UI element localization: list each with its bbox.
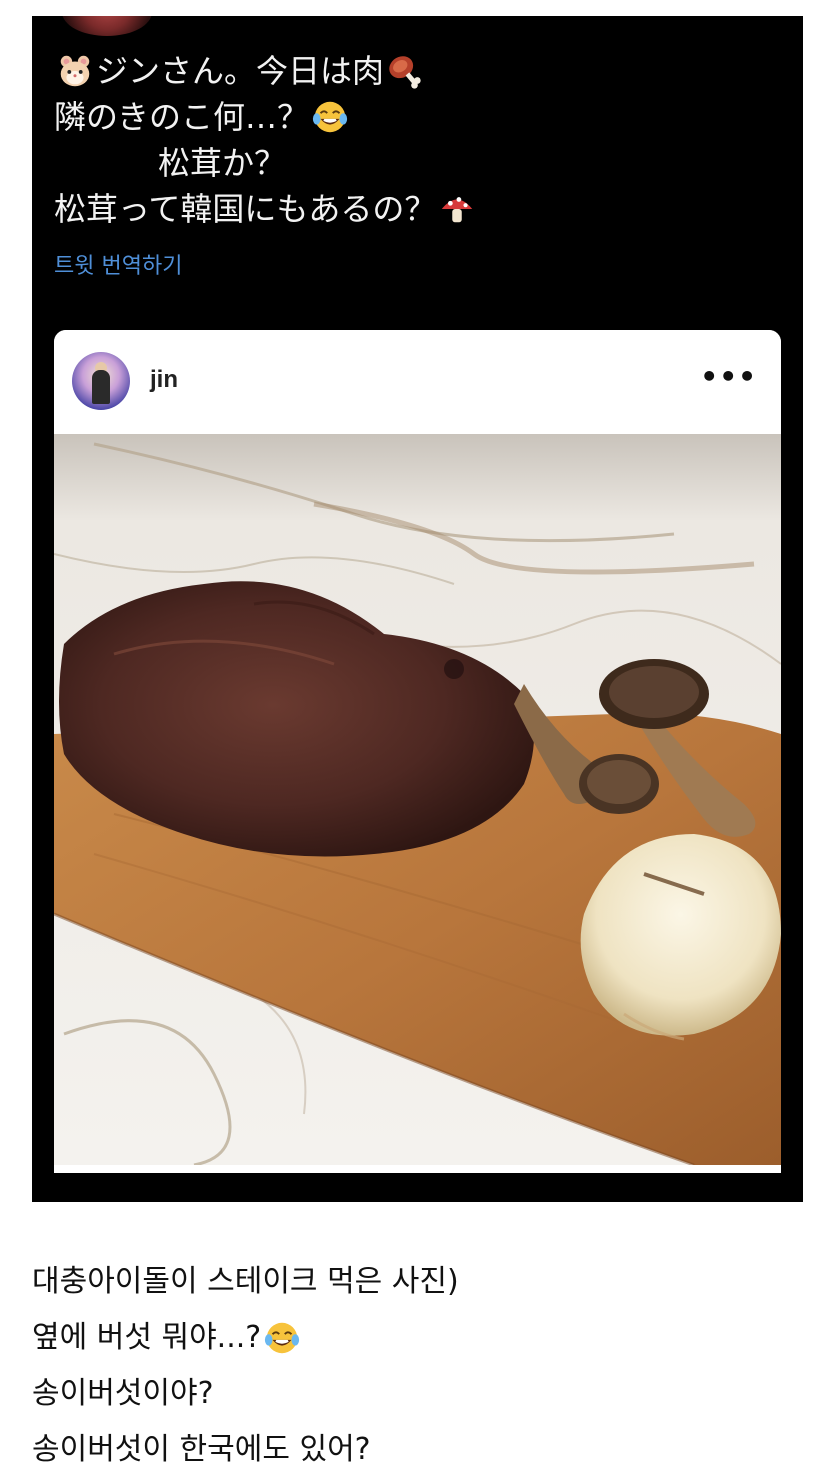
tweet-body: ジンさん。今日は肉 隣のきのこ何…？ 松茸か？ 松茸って韓国にもあるの？ [54,48,774,232]
caption-line-1: 대충아이돌이 스테이크 먹은 사진) [32,1254,802,1310]
tweet-panel: ジンさん。今日は肉 隣のきのこ何…？ 松茸か？ 松茸って韓国にもあるの？ 트윗 … [32,16,803,1202]
instagram-avatar[interactable] [72,352,130,410]
tweet-author-avatar[interactable] [62,16,152,36]
caption-line-2-text: 옆에 버섯 뭐야...? [32,1320,262,1355]
tweet-line-1-text: ジンさん。今日は肉 [96,52,385,90]
instagram-username[interactable]: jin [150,366,178,394]
caption-line-4: 송이버섯이 한국에도 있어? [32,1422,802,1471]
screenshot-page: ジンさん。今日は肉 隣のきのこ何…？ 松茸か？ 松茸って韓国にもあるの？ 트윗 … [0,0,835,1471]
tweet-line-1: ジンさん。今日は肉 [54,48,774,94]
tweet-line-3-text: 松茸か？ [158,144,287,182]
avatar-figure [92,370,110,404]
tweet-line-2-text: 隣のきのこ何…？ [54,98,310,136]
hamster-icon [56,52,94,90]
caption-line-2: 옆에 버섯 뭐야...? [32,1310,802,1366]
instagram-embed-header: jin ••• [54,330,781,434]
tweet-line-4: 松茸って韓国にもあるの？ [54,186,774,232]
tweet-line-2: 隣のきのこ何…？ [54,94,774,140]
tears-of-joy-icon [311,98,349,136]
steak-photo [54,434,781,1165]
tweet-line-3: 松茸か？ [54,140,774,186]
mushroom-icon [438,190,476,228]
caption-line-3-text: 송이버섯이야? [32,1376,214,1411]
caption-line-4-text: 송이버섯이 한국에도 있어? [32,1432,371,1467]
tears-of-joy-icon [263,1319,301,1357]
caption-text: 대충아이돌이 스테이크 먹은 사진) 옆에 버섯 뭐야...? 송이버섯이야? … [32,1254,802,1471]
translate-tweet-link[interactable]: 트윗 번역하기 [54,248,182,280]
instagram-embed-card[interactable]: jin ••• [54,330,781,1173]
caption-line-1-text: 대충아이돌이 스테이크 먹은 사진) [32,1264,459,1299]
tweet-line-4-text: 松茸って韓国にもあるの？ [54,190,437,228]
more-options-icon[interactable]: ••• [700,360,757,393]
tweet-author-handle-cropped [182,16,382,22]
caption-line-3: 송이버섯이야? [32,1366,802,1422]
meat-on-bone-icon [386,52,424,90]
